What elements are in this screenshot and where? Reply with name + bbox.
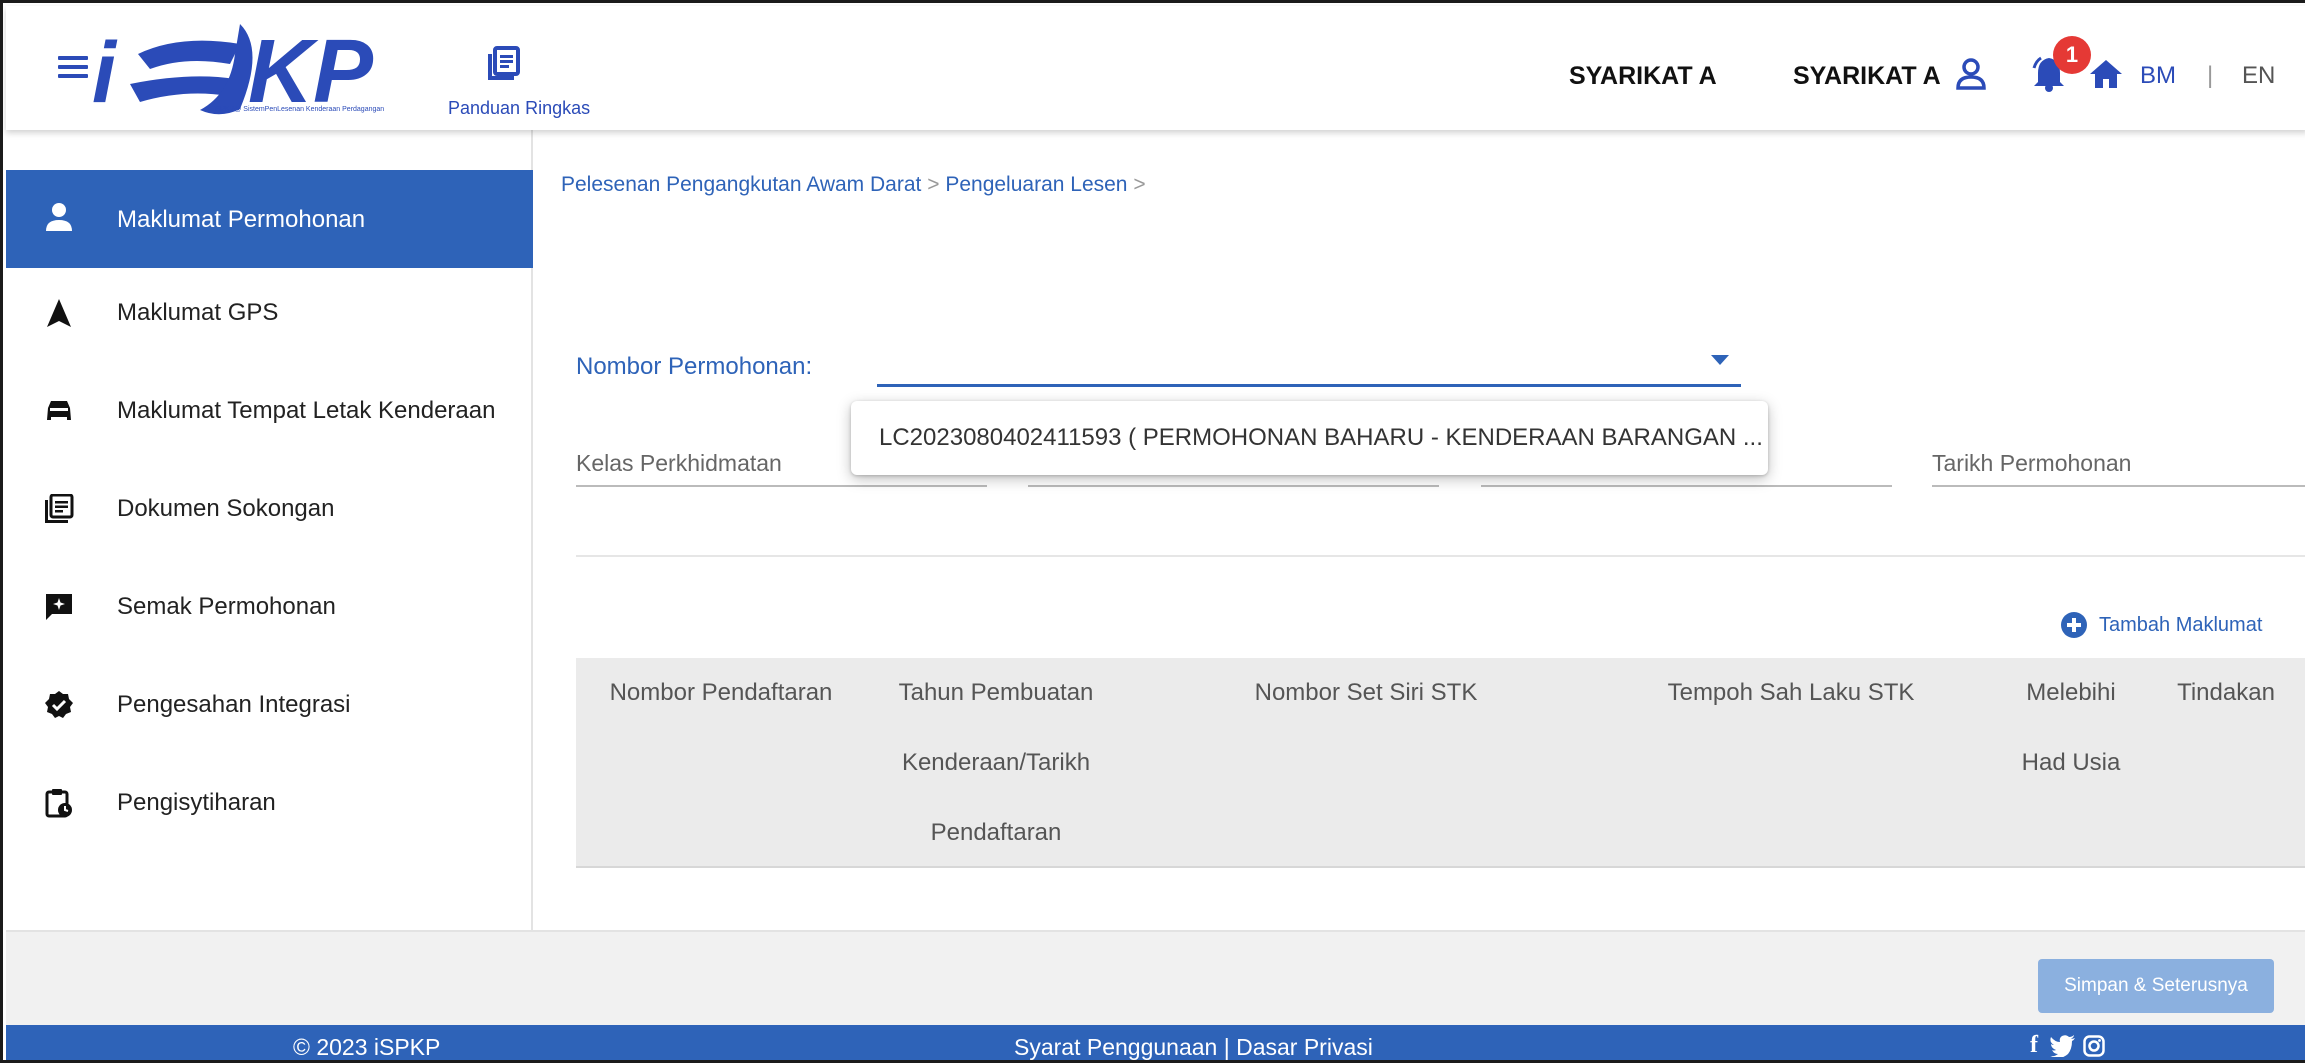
privacy-link[interactable]: Dasar Privasi bbox=[1236, 1034, 1373, 1060]
add-circle-icon bbox=[2061, 612, 2087, 638]
verified-badge-icon bbox=[45, 691, 73, 718]
column-header-text: Tempoh Sah Laku STK bbox=[1667, 679, 1915, 706]
clipboard-clock-icon bbox=[45, 789, 72, 818]
column-header-text: Melebihi bbox=[2026, 679, 2116, 706]
sidebar-item-label: Pengesahan Integrasi bbox=[117, 691, 351, 718]
footer-link-separator: | bbox=[1223, 1034, 1230, 1060]
car-icon bbox=[47, 401, 71, 420]
column-header-text: Kenderaan/Tarikh bbox=[901, 749, 1091, 776]
footer: © 2023 iSPKP Syarat Penggunaan | Dasar P… bbox=[6, 1025, 2305, 1060]
menu-hamburger-icon[interactable] bbox=[58, 56, 88, 78]
logo-subtext: iSPKP@ SistemPenLesenan Kenderaan Perdag… bbox=[214, 106, 385, 113]
sidebar-item-maklumat-gps[interactable]: Maklumat GPS bbox=[6, 268, 533, 366]
dropdown-option[interactable]: LC2023080402411593 ( PERMOHONAN BAHARU -… bbox=[851, 401, 1768, 475]
social-links: f bbox=[2028, 1033, 2118, 1059]
breadcrumb: Pelesenan Pengangkutan Awam Darat > Peng… bbox=[561, 173, 1146, 197]
sidebar-item-maklumat-tempat-letak-kenderaan[interactable]: Maklumat Tempat Letak Kenderaan bbox=[6, 366, 533, 464]
column-header: Nombor Pendaftaran bbox=[596, 658, 846, 728]
sidebar-item-label: Maklumat GPS bbox=[117, 299, 279, 326]
nombor-permohonan-label: Nombor Permohonan: bbox=[576, 353, 813, 380]
notification-badge: 1 bbox=[2053, 36, 2091, 74]
column-header-text: Had Usia bbox=[2021, 749, 2121, 776]
lang-separator: | bbox=[2207, 62, 2214, 89]
company-name-secondary: SYARIKAT A bbox=[1793, 62, 1941, 90]
column-header: Tindakan bbox=[2156, 658, 2296, 728]
tambah-maklumat-label: Tambah Maklumat bbox=[2099, 614, 2263, 636]
dropdown-caret-icon bbox=[1711, 355, 1729, 365]
sidebar-item-label: Semak Permohonan bbox=[117, 593, 336, 620]
review-chat-icon bbox=[46, 594, 72, 620]
sidebar-item-pengisytiharan[interactable]: Pengisytiharan bbox=[6, 758, 533, 856]
person-icon bbox=[46, 203, 72, 231]
tambah-maklumat-button[interactable]: Tambah Maklumat bbox=[2061, 610, 2283, 640]
dropdown-option-label: LC2023080402411593 ( PERMOHONAN BAHARU -… bbox=[879, 424, 1763, 451]
lang-en-button[interactable]: EN bbox=[2242, 62, 2275, 90]
sidebar-item-label: Maklumat Permohonan bbox=[117, 206, 366, 233]
terms-link[interactable]: Syarat Penggunaan bbox=[1014, 1034, 1217, 1060]
action-bar bbox=[6, 930, 2305, 1025]
facebook-icon[interactable]: f bbox=[2030, 1033, 2038, 1057]
column-header-text: Nombor Pendaftaran bbox=[609, 679, 833, 706]
breadcrumb-separator: > bbox=[927, 173, 940, 196]
panduan-label: Panduan Ringkas bbox=[448, 98, 591, 118]
column-header-text: Tahun Pembuatan bbox=[898, 679, 1094, 706]
copyright-text: © 2023 iSPKP bbox=[293, 1034, 441, 1060]
column-header: Tahun Pembuatan Kenderaan/Tarikh Pendaft… bbox=[866, 658, 1126, 868]
simpan-seterusnya-button[interactable]: Simpan & Seterusnya bbox=[2038, 959, 2274, 1013]
sidebar-item-label: Maklumat Tempat Letak Kenderaan bbox=[117, 397, 496, 424]
column-header-text: Nombor Set Siri STK bbox=[1254, 679, 1478, 706]
navigation-arrow-icon bbox=[47, 299, 71, 327]
company-name: SYARIKAT A bbox=[1569, 62, 1717, 90]
footer-links: Syarat Penggunaan | Dasar Privasi bbox=[1014, 1034, 1373, 1060]
twitter-icon[interactable] bbox=[2050, 1035, 2076, 1057]
tarikh-permohonan-label: Tarikh Permohonan bbox=[1932, 450, 2132, 476]
column-header-text: Tindakan bbox=[2177, 679, 2275, 706]
sidebar-nav: Maklumat Permohonan Maklumat GPS Makluma… bbox=[6, 130, 533, 930]
vehicle-table-header: Nombor Pendaftaran Tahun Pembuatan Kende… bbox=[576, 658, 2305, 868]
user-profile-icon[interactable] bbox=[1956, 58, 1986, 90]
notification-button[interactable]: 1 bbox=[2029, 36, 2091, 96]
document-library-icon bbox=[45, 494, 74, 523]
breadcrumb-separator: > bbox=[1133, 173, 1146, 196]
svg-text:i: i bbox=[92, 25, 118, 121]
instagram-icon[interactable] bbox=[2083, 1035, 2105, 1057]
top-header: i KP iSPKP@ SistemPenLesenan Kenderaan P… bbox=[6, 6, 2305, 130]
column-header: Melebihi Had Usia bbox=[2006, 658, 2136, 798]
nombor-permohonan-select[interactable] bbox=[877, 343, 1741, 387]
breadcrumb-item[interactable]: Pelesenan Pengangkutan Awam Darat bbox=[561, 173, 921, 196]
section-divider bbox=[576, 555, 2305, 557]
kelas-perkhidmatan-label: Kelas Perkhidmatan bbox=[576, 450, 782, 476]
sidebar-item-label: Dokumen Sokongan bbox=[117, 495, 335, 522]
column-header: Nombor Set Siri STK bbox=[1216, 658, 1516, 728]
home-icon[interactable] bbox=[2088, 58, 2124, 90]
lang-bm-button[interactable]: BM bbox=[2140, 62, 2176, 90]
sidebar-item-label: Pengisytiharan bbox=[117, 789, 276, 816]
sidebar-item-pengesahan-integrasi[interactable]: Pengesahan Integrasi bbox=[6, 660, 533, 758]
sidebar-item-dokumen-sokongan[interactable]: Dokumen Sokongan bbox=[6, 464, 533, 562]
breadcrumb-item[interactable]: Pengeluaran Lesen bbox=[945, 173, 1127, 196]
panduan-ringkas-link[interactable]: Panduan Ringkas bbox=[446, 46, 606, 118]
app-frame: i KP iSPKP@ SistemPenLesenan Kenderaan P… bbox=[0, 0, 2305, 1063]
ispkp-logo[interactable]: i KP bbox=[90, 14, 430, 132]
column-header-text: Pendaftaran bbox=[930, 819, 1062, 846]
column-header: Tempoh Sah Laku STK bbox=[1641, 658, 1941, 728]
guide-book-icon bbox=[488, 46, 520, 80]
tarikh-permohonan-field[interactable]: Tarikh Permohonan bbox=[1932, 443, 2305, 487]
sidebar-item-semak-permohonan[interactable]: Semak Permohonan bbox=[6, 562, 533, 660]
sidebar-item-maklumat-permohonan[interactable]: Maklumat Permohonan bbox=[6, 170, 533, 268]
